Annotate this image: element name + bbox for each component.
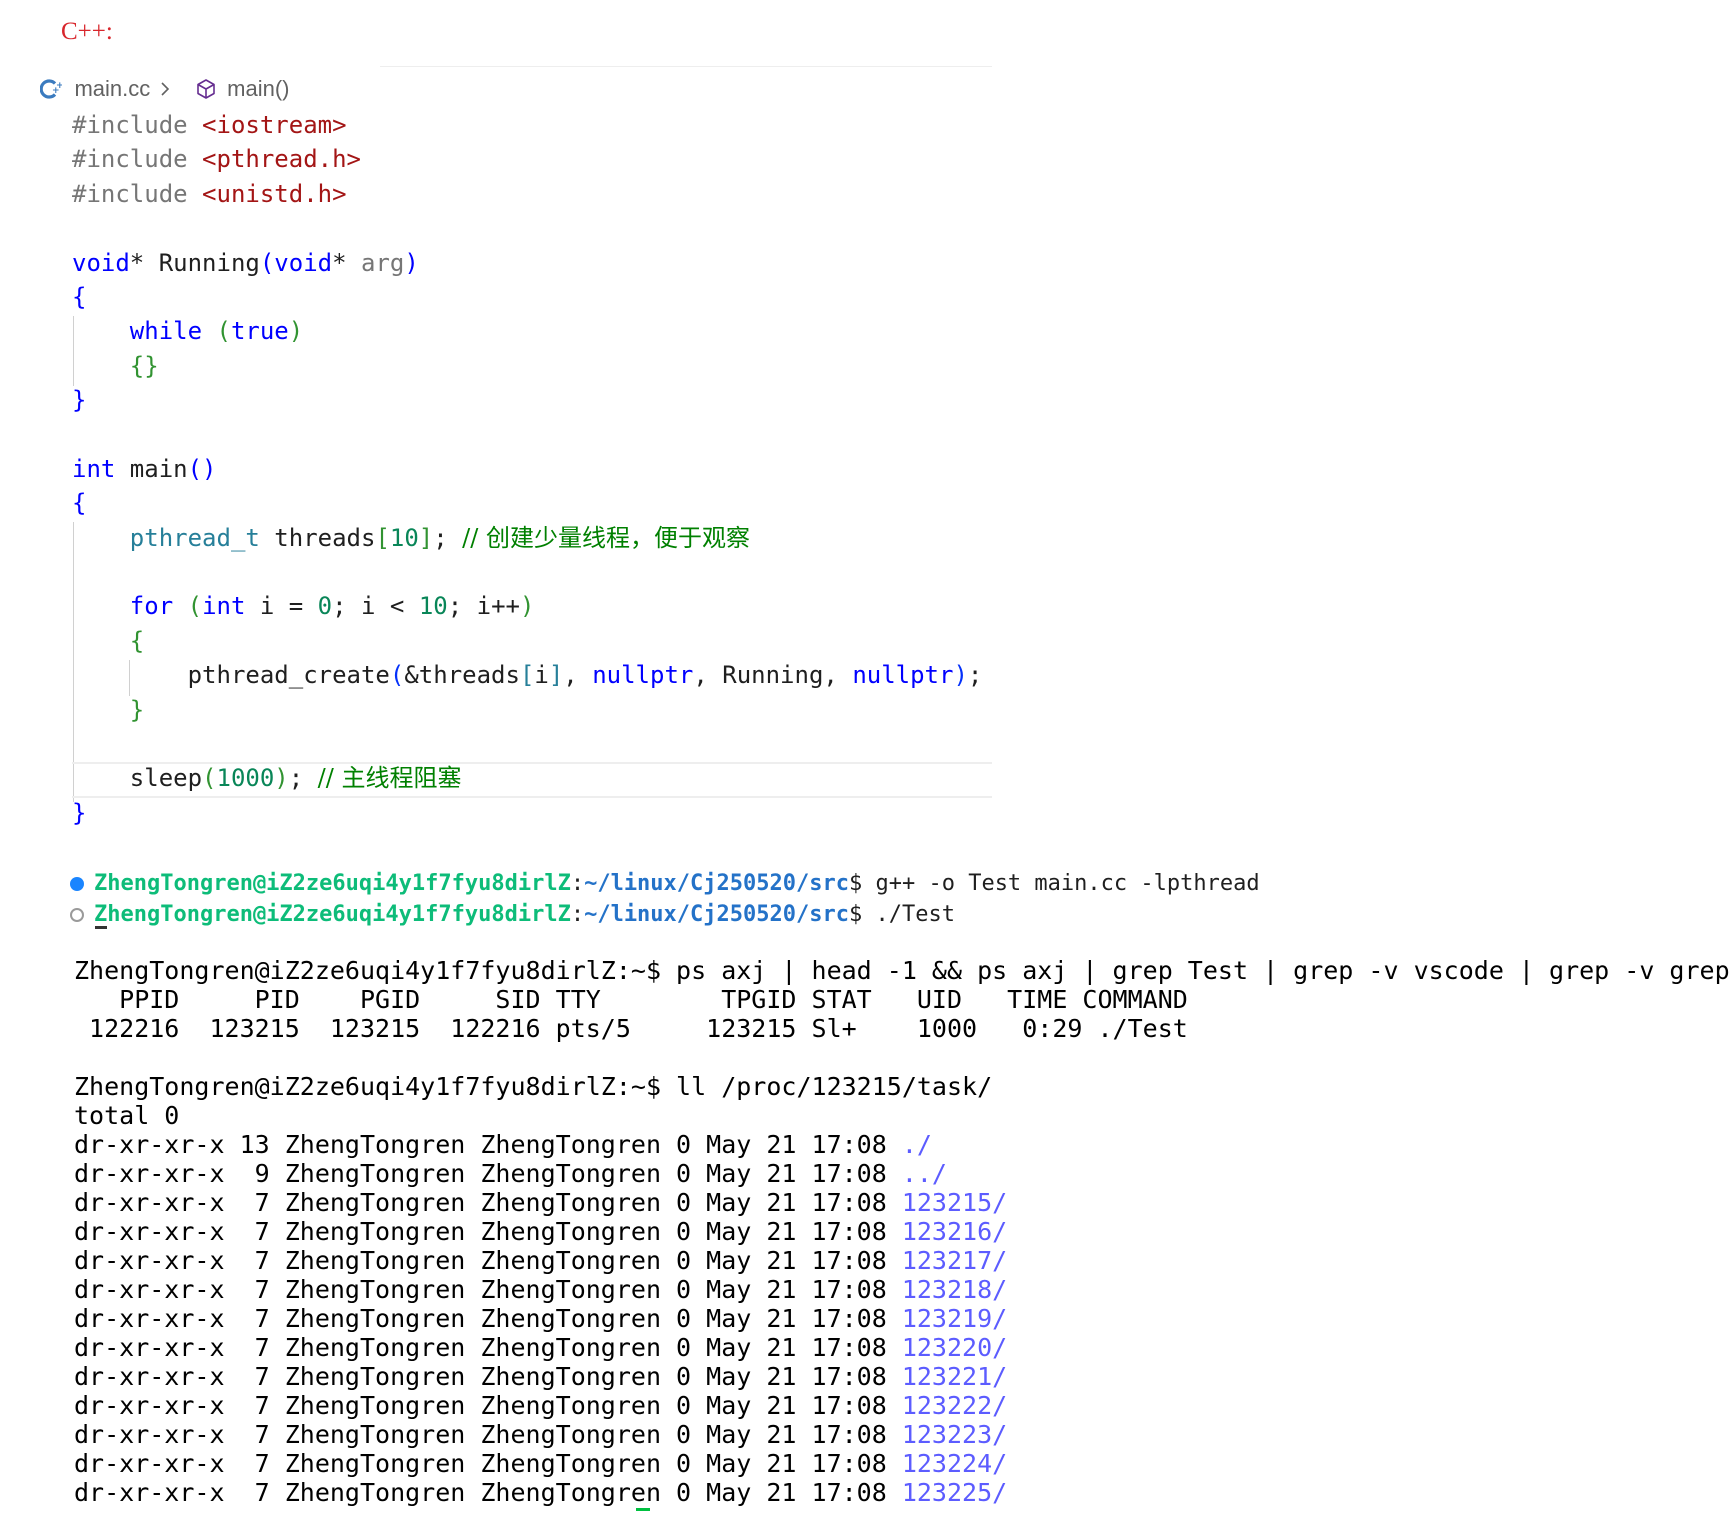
task-entry: dr-xr-xr-x 7 ZhengTongren ZhengTongren 0… [74,1362,1730,1391]
ll-command-line: ZhengTongren@iZ2ze6uqi4y1f7fyu8dirlZ:~$ … [74,1072,993,1101]
breadcrumb-file[interactable]: main.cc [74,76,150,102]
entry-dirname: 123218/ [901,1275,1008,1304]
entry-attributes: dr-xr-xr-x 7 ZhengTongren ZhengTongren 0… [74,1420,902,1449]
entry-dirname: 123221/ [901,1362,1008,1391]
entry-attributes: dr-xr-xr-x 7 ZhengTongren ZhengTongren 0… [74,1246,902,1275]
entry-dirname: 123222/ [901,1391,1008,1420]
entry-attributes: dr-xr-xr-x 7 ZhengTongren ZhengTongren 0… [74,1217,902,1246]
task-entry: dr-xr-xr-x 9 ZhengTongren ZhengTongren 0… [74,1159,1730,1188]
terminal-cursor [95,926,107,929]
terminal-command: g++ -o Test main.cc -lpthread [875,871,1260,896]
entry-dirname: 123223/ [901,1420,1008,1449]
terminal-line: ZhengTongren@iZ2ze6uqi4y1f7fyu8dirlZ: ~/l… [70,868,1260,899]
editor-top-divider [380,66,992,67]
code-token: #include [72,145,203,174]
entry-attributes: dr-xr-xr-x 7 ZhengTongren ZhengTongren 0… [74,1304,902,1333]
code-line: int main() [72,454,217,483]
entry-attributes: dr-xr-xr-x 7 ZhengTongren ZhengTongren 0… [74,1478,902,1507]
entry-attributes: dr-xr-xr-x 7 ZhengTongren ZhengTongren 0… [74,1275,902,1304]
ps-header: PPID PID PGID SID TTY TPGID STAT UID TIM… [74,985,1188,1014]
terminal-line: ZhengTongren@iZ2ze6uqi4y1f7fyu8dirlZ: ~/l… [70,899,1260,930]
code-token: #include [72,111,203,139]
task-entry: dr-xr-xr-x 7 ZhengTongren ZhengTongren 0… [74,1420,1730,1449]
shell-cursor [636,1508,650,1511]
language-heading: C++: [61,18,113,45]
task-entry: dr-xr-xr-x 7 ZhengTongren ZhengTongren 0… [74,1478,1730,1507]
code-line: for (int i = 0; i < 10; i++) [129,592,535,621]
code-line: { [72,489,87,518]
task-entry: dr-xr-xr-x 7 ZhengTongren ZhengTongren 0… [74,1304,1730,1333]
code-line: { [129,626,145,655]
shell-output[interactable]: ZhengTongren@iZ2ze6uqi4y1f7fyu8dirlZ:~$ … [74,956,1730,1507]
cpp-file-icon: + + [40,26,64,152]
code-token: <pthread.h> [202,145,361,174]
entry-dirname: ../ [901,1159,947,1188]
entry-attributes: dr-xr-xr-x 7 ZhengTongren ZhengTongren 0… [74,1333,902,1362]
code-line: } [72,386,87,415]
entry-dirname: ./ [901,1130,932,1159]
code-line: pthread_t threads[10]; // 创建少量线程，便于观察 [129,523,750,552]
svg-text:+: + [56,81,62,91]
task-entry: dr-xr-xr-x 7 ZhengTongren ZhengTongren 0… [74,1246,1730,1275]
prompt-user-host: ZhengTongren@iZ2ze6uqi4y1f7fyu8dirlZ [94,902,571,927]
entry-dirname: 123219/ [901,1304,1008,1333]
code-token: #include [72,179,203,208]
code-editor[interactable]: #include <iostream> #include <pthread.h>… [72,108,982,830]
entry-dirname: 123220/ [901,1333,1008,1362]
code-line: sleep(1000); // 主线程阻塞 [72,764,462,793]
task-entry: dr-xr-xr-x 7 ZhengTongren ZhengTongren 0… [74,1188,1730,1217]
breadcrumb-symbol[interactable]: main() [227,76,289,102]
ps-command-line: ZhengTongren@iZ2ze6uqi4y1f7fyu8dirlZ:~$ … [74,956,1730,985]
task-entry: dr-xr-xr-x 7 ZhengTongren ZhengTongren 0… [74,1217,1730,1246]
code-line: pthread_create(&threads[i], nullptr, Run… [72,661,983,690]
task-entry: dr-xr-xr-x 7 ZhengTongren ZhengTongren 0… [74,1449,1730,1478]
prompt-path: ~/linux/Cj250520/src [584,902,849,927]
code-line: #include <iostream> [72,108,982,142]
code-line: {} [129,351,159,380]
prompt-path: ~/linux/Cj250520/src [584,871,849,896]
code-line: void* Running(void* arg) [72,248,419,277]
task-list: dr-xr-xr-x 13 ZhengTongren ZhengTongren … [74,1130,1730,1507]
entry-attributes: dr-xr-xr-x 9 ZhengTongren ZhengTongren 0… [74,1159,902,1188]
code-line: #include <pthread.h> [72,142,982,176]
code-line: #include <unistd.h> [72,177,982,211]
code-token: <iostream> [202,111,347,139]
entry-dirname: 123216/ [901,1217,1008,1246]
entry-dirname: 123217/ [901,1246,1008,1275]
code-line: { [72,282,87,311]
ps-row: 122216 123215 123215 122216 pts/5 123215… [74,1014,1188,1043]
entry-attributes: dr-xr-xr-x 7 ZhengTongren ZhengTongren 0… [74,1362,902,1391]
command-success-dot-icon[interactable] [70,876,84,891]
code-line: } [129,695,145,724]
entry-dirname: 123225/ [901,1478,1008,1507]
entry-attributes: dr-xr-xr-x 13 ZhengTongren ZhengTongren … [74,1130,902,1159]
task-entry: dr-xr-xr-x 13 ZhengTongren ZhengTongren … [74,1130,1730,1159]
entry-dirname: 123215/ [901,1188,1008,1217]
code-line: } [72,798,87,827]
task-entry: dr-xr-xr-x 7 ZhengTongren ZhengTongren 0… [74,1275,1730,1304]
entry-attributes: dr-xr-xr-x 7 ZhengTongren ZhengTongren 0… [74,1391,902,1420]
breadcrumb: + + main.cc main() [40,74,290,104]
code-token: <unistd.h> [202,179,347,208]
entry-dirname: 123224/ [901,1449,1008,1478]
prompt-user-host: ZhengTongren@iZ2ze6uqi4y1f7fyu8dirlZ [94,871,571,896]
command-running-circle-icon[interactable] [70,907,84,922]
task-entry: dr-xr-xr-x 7 ZhengTongren ZhengTongren 0… [74,1391,1730,1420]
task-entry: dr-xr-xr-x 7 ZhengTongren ZhengTongren 0… [74,1333,1730,1362]
entry-attributes: dr-xr-xr-x 7 ZhengTongren ZhengTongren 0… [74,1449,902,1478]
total-line: total 0 [74,1101,180,1130]
terminal-command: ./Test [875,902,955,927]
entry-attributes: dr-xr-xr-x 7 ZhengTongren ZhengTongren 0… [74,1188,902,1217]
code-line: while (true) [129,317,304,346]
vscode-terminal[interactable]: ZhengTongren@iZ2ze6uqi4y1f7fyu8dirlZ: ~/l… [70,868,1260,930]
